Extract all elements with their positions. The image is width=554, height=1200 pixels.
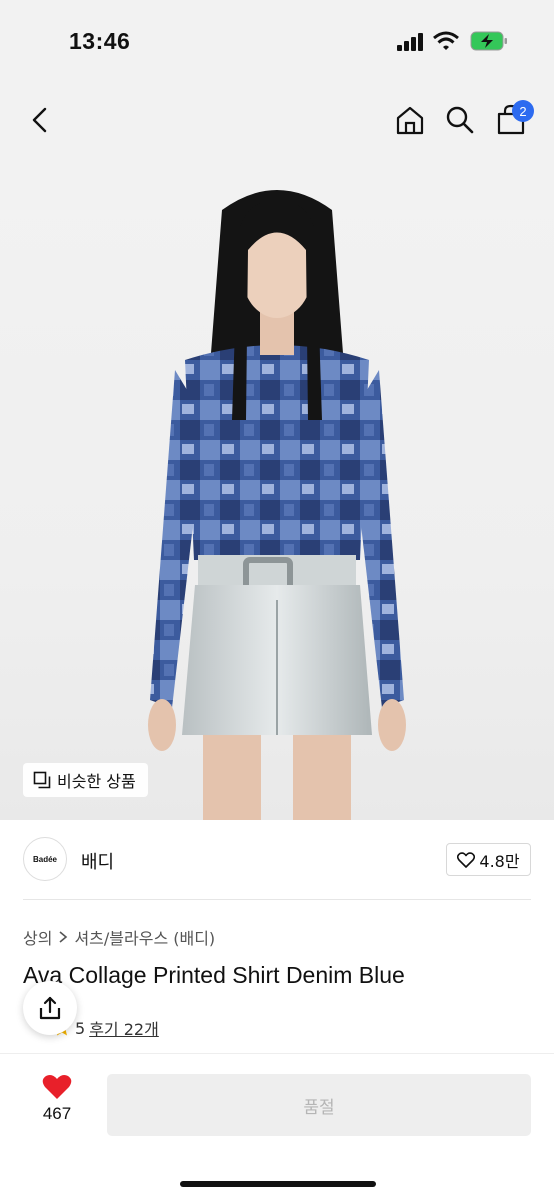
brand-row: Badée 배디 4.8만: [0, 820, 554, 900]
sold-out-label: 품절: [303, 1097, 335, 1118]
brand-logo[interactable]: Badée: [23, 837, 67, 881]
status-bar: 13:46: [0, 0, 554, 82]
status-time: 13:46: [69, 28, 131, 54]
wifi-icon: [433, 31, 459, 50]
brand-like-button[interactable]: 4.8만: [446, 843, 531, 876]
search-button[interactable]: [435, 90, 485, 150]
similar-items-icon: [33, 771, 51, 789]
chevron-left-icon: [32, 107, 47, 133]
home-button[interactable]: [385, 90, 435, 150]
breadcrumb-subcategory[interactable]: 셔츠/블라우스 (배디): [74, 925, 215, 949]
back-button[interactable]: [15, 90, 65, 150]
breadcrumb-category[interactable]: 상의: [23, 925, 52, 949]
home-icon: [396, 106, 424, 135]
breadcrumb: 상의 셔츠/블라우스 (배디): [23, 925, 215, 949]
cellular-signal-icon: [397, 33, 425, 51]
brand-name[interactable]: 배디: [81, 848, 114, 874]
heart-filled-icon: [42, 1075, 72, 1099]
heart-outline-icon: [457, 851, 476, 868]
rating-value: 5: [75, 1018, 86, 1038]
share-button[interactable]: [23, 981, 77, 1035]
share-icon: [39, 996, 61, 1020]
bottom-action-bar: 467 품절: [0, 1053, 554, 1200]
divider: [23, 899, 531, 900]
brand-likes-count: 4.8만: [479, 851, 520, 871]
chevron-right-icon: [59, 931, 68, 943]
product-image-area[interactable]: 2 비슷한 상품: [0, 0, 554, 820]
review-count-link[interactable]: 후기 22개: [89, 1016, 159, 1040]
top-navigation: 2: [0, 90, 554, 150]
wishlist-button[interactable]: 467: [30, 1074, 84, 1134]
search-icon: [446, 106, 474, 134]
home-indicator: [180, 1181, 376, 1187]
sold-out-button[interactable]: 품절: [107, 1074, 531, 1136]
similar-products-label: 비슷한 상품: [57, 772, 136, 791]
battery-charging-icon: [470, 31, 507, 51]
wishlist-count: 467: [42, 1104, 72, 1123]
cart-count-badge: 2: [512, 100, 534, 122]
product-title: Ava Collage Printed Shirt Denim Blue: [23, 962, 405, 988]
similar-products-button[interactable]: 비슷한 상품: [23, 763, 148, 797]
cart-button[interactable]: 2: [486, 90, 536, 150]
